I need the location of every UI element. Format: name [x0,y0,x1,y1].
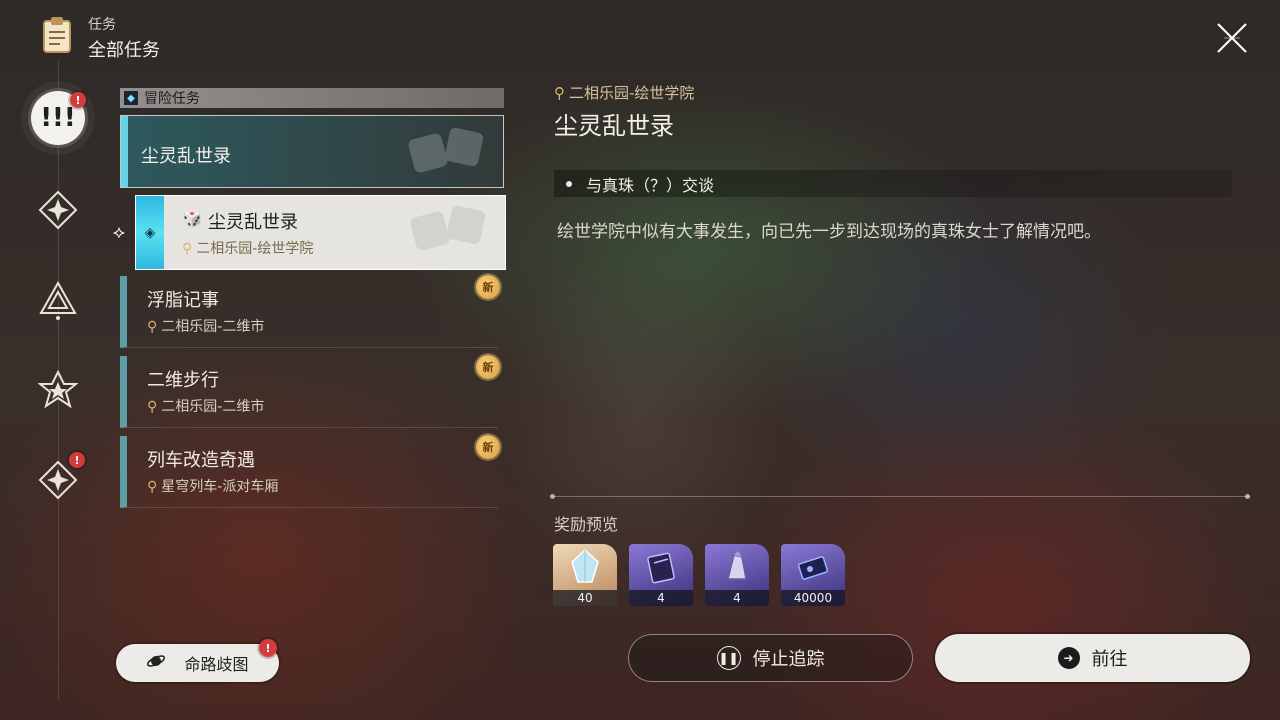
divider-dot [1245,494,1250,499]
rail-daily-missions[interactable] [28,360,88,420]
reward-item[interactable]: 4 [705,544,769,606]
quest-group-card[interactable]: 尘灵乱世录 [120,115,504,188]
path-map-label: 命路歧图 [184,655,249,674]
quest-item-selected[interactable]: ◈ 🎲 尘灵乱世录 ⚲ 二相乐园-绘世学院 [135,195,506,270]
reward-quantity: 40 [553,590,617,606]
dice-emblem-icon [408,127,484,173]
objective-text: 与真珠（？）交谈 [586,175,715,195]
alert-badge: ! [69,452,85,468]
dice-emblem-icon [410,205,486,251]
selection-pointer-icon: ⟡ [113,222,125,243]
quest-location: ⚲ 二相乐园-二维市 [147,319,265,335]
close-x-icon [1217,23,1247,53]
header-subtitle: 任务 [88,17,116,33]
go-label: 前往 [1091,649,1128,670]
detail-location: ⚲ 二相乐园-绘世学院 [554,84,695,102]
reward-quantity: 4 [705,590,769,606]
clipboard-icon [42,16,72,54]
quest-item[interactable]: 浮脂记事 ⚲ 二相乐园-二维市 [120,276,498,348]
alert-badge: ! [259,639,277,657]
location-pin-icon: ⚲ [554,84,565,102]
alert-badge: ! [70,92,86,108]
stop-tracking-label: 停止追踪 [752,649,825,670]
quest-location: ⚲ 二相乐园-二维市 [147,399,265,415]
rail-trailblaze-missions[interactable] [28,180,88,240]
divider [552,496,1250,497]
diamond-star-icon [38,190,78,230]
planet-icon [146,651,166,675]
reward-quantity: 40000 [781,590,845,606]
stop-tracking-button[interactable]: ❚❚ 停止追踪 [628,634,913,682]
reward-preview-title: 奖励预览 [554,515,619,534]
pause-icon: ❚❚ [716,646,741,670]
close-button[interactable] [1212,18,1252,58]
selected-strip: ◈ [136,196,164,269]
quest-item[interactable]: 列车改造奇遇 ⚲ 星穹列车-派对车厢 [120,436,498,508]
go-button[interactable]: ➜ 前往 [935,634,1250,682]
bullet-icon [566,180,572,187]
location-pin-icon: ⚲ [147,399,158,415]
divider-dot [550,494,555,499]
credit-icon [781,544,845,590]
path-map-button[interactable]: 命路歧图 [116,644,279,682]
book-icon [629,544,693,590]
diamond-icon: ◆ [124,91,138,105]
location-pin-icon: ⚲ [147,479,158,495]
detail-title: 尘灵乱世录 [554,112,674,140]
objective-row: 与真珠（？）交谈 [554,170,1232,197]
quest-title: 二维步行 [147,370,219,391]
category-label: 冒险任务 [144,91,200,107]
reward-quantity: 4 [629,590,693,606]
location-pin-icon: ⚲ [182,241,193,257]
page-title: 全部任务 [88,40,160,61]
arrow-right-icon: ➜ [1057,647,1080,669]
quest-location: ⚲ 二相乐园-绘世学院 [182,241,314,257]
quest-title: 浮脂记事 [147,290,219,311]
quest-title: 尘灵乱世录 [208,212,298,233]
quest-group-title: 尘灵乱世录 [141,146,231,167]
reward-item[interactable]: 40000 [781,544,845,606]
rail-companion-missions[interactable] [28,270,88,330]
triangle-icon [39,280,77,320]
reward-item[interactable]: 40 [553,544,617,606]
star-icon [38,370,78,409]
new-badge: 新 [476,275,500,299]
quest-description: 绘世学院中似有大事发生，向已先一步到达现场的真珠女士了解情况吧。 [557,222,1101,242]
reward-item[interactable]: 4 [629,544,693,606]
material-icon [705,544,769,590]
category-header: ◆ 冒险任务 [120,88,504,108]
new-badge: 新 [476,435,500,459]
quest-title: 列车改造奇遇 [147,450,255,471]
new-badge: 新 [476,355,500,379]
dice-icon: 🎲 [182,209,202,228]
crystal-icon [553,544,617,590]
quest-location: ⚲ 星穹列车-派对车厢 [147,479,279,495]
exclamation-icon: !!! [40,103,76,133]
location-pin-icon: ⚲ [147,319,158,335]
accent-strip [121,116,128,187]
quest-item[interactable]: 二维步行 ⚲ 二相乐园-二维市 [120,356,498,428]
